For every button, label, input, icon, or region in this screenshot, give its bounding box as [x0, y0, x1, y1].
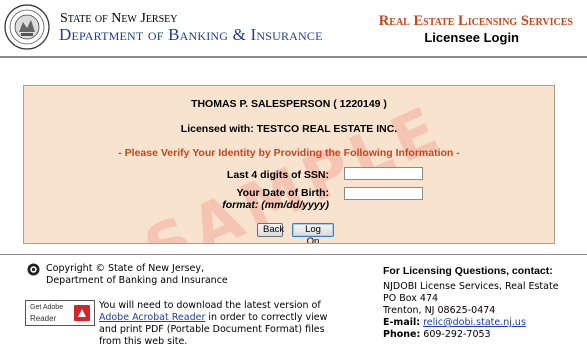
contact-org: NJDOBI License Services, Real Estate — [383, 281, 559, 292]
dob-input[interactable] — [344, 187, 423, 200]
ssn-input[interactable] — [344, 167, 423, 180]
verify-prompt: - Please Verify Your Identity by Providi… — [118, 147, 460, 159]
contact-phone-row: Phone: 609-292-7053 — [383, 329, 559, 341]
pdf-notice-prefix: You will need to download the latest ver… — [99, 300, 321, 311]
header-divider — [0, 56, 587, 58]
licensed-with: Licensed with: TESTCO REAL ESTATE INC. — [180, 123, 398, 135]
pdf-download-notice: You will need to download the latest ver… — [99, 300, 339, 348]
contact-city: Trenton, NJ 08625-0474 — [383, 305, 496, 316]
adobe-badge-get-text: Get Adobe — [30, 304, 64, 311]
dob-format-hint: format: (mm/dd/yyyy) — [222, 199, 329, 211]
adobe-badge-reader-text: Reader — [30, 314, 57, 323]
footer-divider — [0, 254, 587, 255]
copyright-line-1: Copyright © State of New Jersey, — [46, 263, 205, 274]
adobe-reader-icon — [74, 305, 90, 321]
department-name: Department of Banking & Insurance — [59, 25, 323, 44]
nj-state-seal-icon — [4, 4, 50, 50]
contact-email-row: E-mail: relic@dobi.state.nj.us — [383, 317, 559, 329]
copyright-line-2: Department of Banking and Insurance — [46, 275, 228, 286]
ssn-label: Last 4 digits of SSN: — [226, 169, 329, 181]
service-title: Real Estate Licensing Services — [378, 13, 573, 29]
contact-po-box: PO Box 474 — [383, 293, 439, 304]
email-link[interactable]: relic@dobi.state.nj.us — [423, 317, 526, 328]
contact-info: NJDOBI License Services, Real Estate PO … — [383, 281, 559, 341]
phone-value: 609-292-7053 — [423, 329, 491, 340]
licensee-login-page: State of New Jersey Department of Bankin… — [0, 0, 587, 350]
page-title: Licensee Login — [424, 30, 519, 45]
get-adobe-reader-badge[interactable]: Get Adobe Reader — [25, 300, 95, 326]
dob-label: Your Date of Birth: — [236, 187, 329, 199]
email-label: E-mail: — [383, 317, 421, 328]
identity-verification-panel: SAMPLE THOMAS P. SALESPERSON ( 1220149 )… — [23, 85, 555, 244]
contact-heading: For Licensing Questions, contact: — [383, 265, 553, 277]
phone-label: Phone: — [383, 329, 421, 340]
licensee-name: THOMAS P. SALESPERSON ( 1220149 ) — [191, 98, 387, 110]
copyright-info-icon — [27, 263, 40, 276]
back-button[interactable]: Back — [257, 223, 284, 237]
copyright-notice: Copyright © State of New Jersey, Departm… — [46, 263, 286, 287]
adobe-reader-link[interactable]: Adobe Acrobat Reader — [99, 312, 205, 323]
log-on-button[interactable]: Log On — [292, 223, 334, 243]
